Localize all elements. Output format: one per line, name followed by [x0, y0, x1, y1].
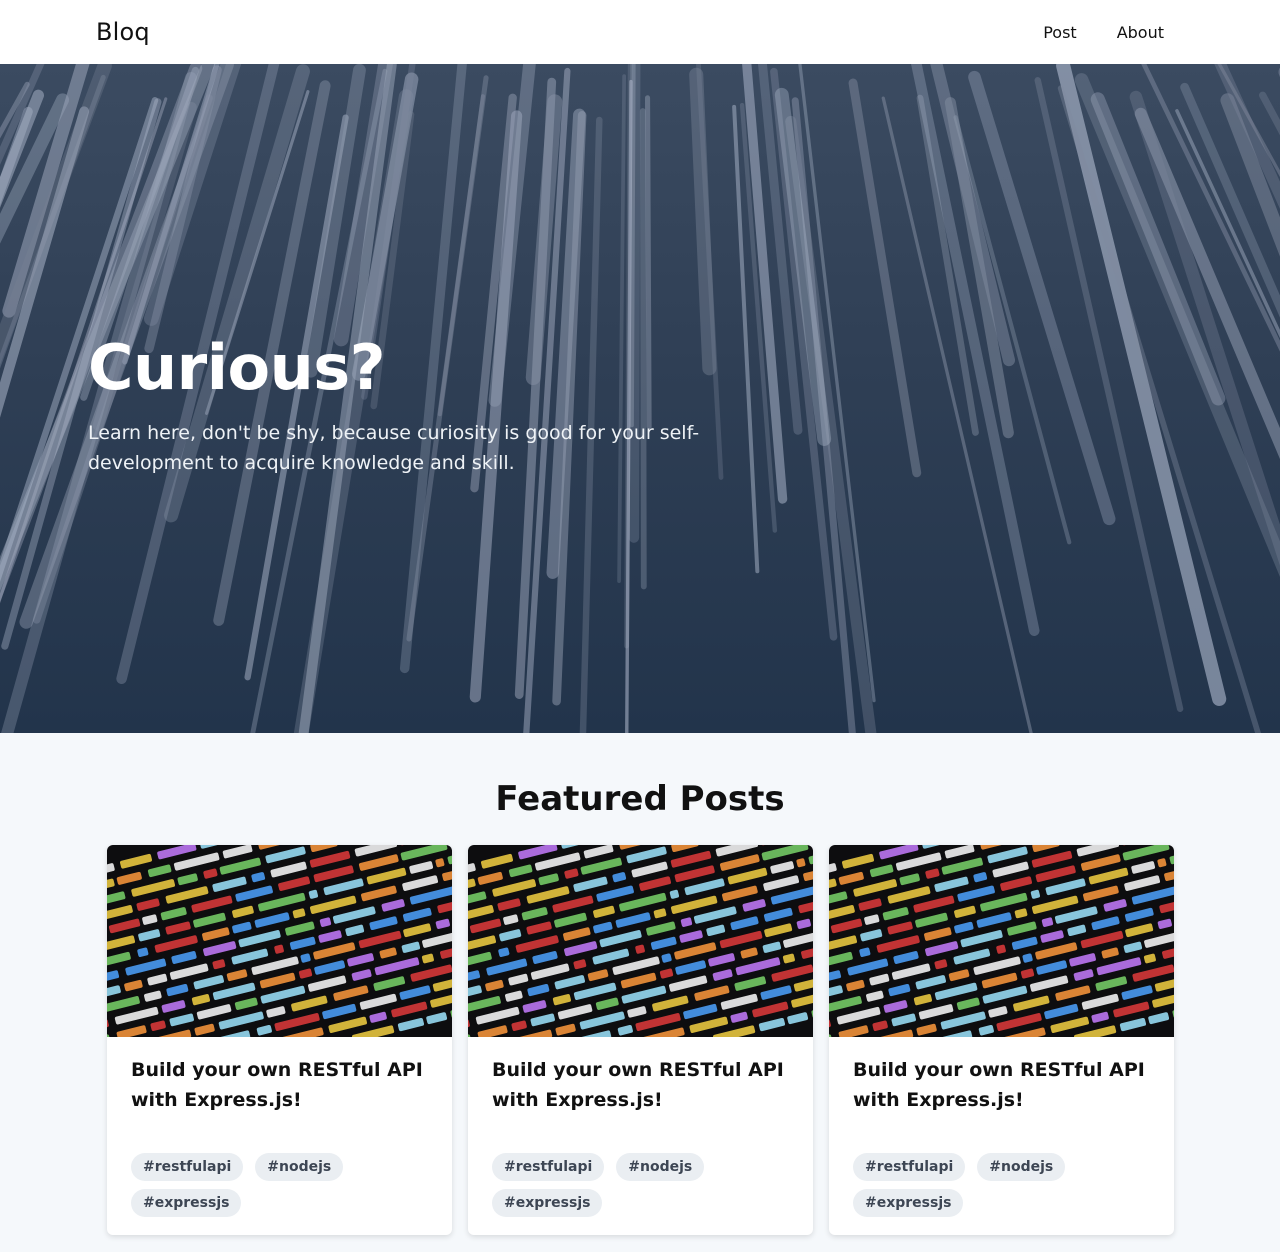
post-card[interactable]: Build your own RESTful API with Express.… [468, 845, 813, 1235]
nav-links: Post About [1043, 23, 1164, 42]
post-title[interactable]: Build your own RESTful API with Express.… [492, 1055, 789, 1115]
post-card[interactable]: Build your own RESTful API with Express.… [829, 845, 1174, 1235]
tag-restfulapi[interactable]: #restfulapi [131, 1153, 244, 1181]
nav-link-post[interactable]: Post [1043, 23, 1076, 42]
nav-link-about[interactable]: About [1117, 23, 1164, 42]
brand-logo[interactable]: Bloq [96, 18, 150, 46]
post-thumbnail [829, 845, 1174, 1037]
post-tags: #restfulapi #nodejs #expressjs [492, 1153, 789, 1217]
tag-expressjs[interactable]: #expressjs [853, 1189, 964, 1217]
post-title[interactable]: Build your own RESTful API with Express.… [131, 1055, 428, 1115]
hero-subtitle: Learn here, don't be shy, because curios… [88, 422, 700, 475]
hero-banner: Curious? Learn here, don't be shy, becau… [0, 64, 1280, 733]
tag-expressjs[interactable]: #expressjs [131, 1189, 242, 1217]
tag-restfulapi[interactable]: #restfulapi [853, 1153, 966, 1181]
tag-restfulapi[interactable]: #restfulapi [492, 1153, 605, 1181]
tag-expressjs[interactable]: #expressjs [492, 1189, 603, 1217]
tag-nodejs[interactable]: #nodejs [616, 1153, 705, 1181]
featured-posts-section: Featured Posts Build your own RESTful AP… [0, 733, 1280, 1235]
post-card[interactable]: Build your own RESTful API with Express.… [107, 845, 452, 1235]
post-thumbnail [107, 845, 452, 1037]
tag-nodejs[interactable]: #nodejs [255, 1153, 344, 1181]
hero-content: Curious? Learn here, don't be shy, becau… [88, 331, 708, 478]
post-card-list: Build your own RESTful API with Express.… [0, 845, 1280, 1235]
post-title[interactable]: Build your own RESTful API with Express.… [853, 1055, 1150, 1115]
post-tags: #restfulapi #nodejs #expressjs [853, 1153, 1150, 1217]
hero-title: Curious? [88, 331, 386, 404]
tag-nodejs[interactable]: #nodejs [977, 1153, 1066, 1181]
section-title: Featured Posts [495, 779, 785, 819]
navbar: Bloq Post About [0, 0, 1280, 64]
post-tags: #restfulapi #nodejs #expressjs [131, 1153, 428, 1217]
post-thumbnail [468, 845, 813, 1037]
